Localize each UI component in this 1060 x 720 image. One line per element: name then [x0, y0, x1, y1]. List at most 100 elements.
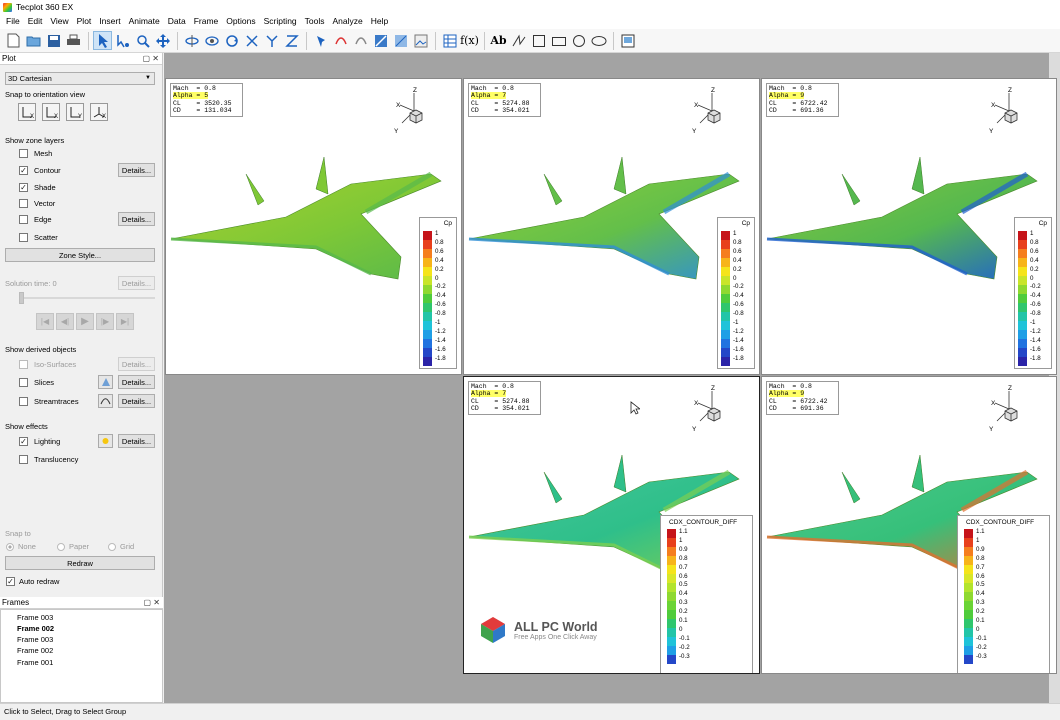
- streamtrace-tool-icon[interactable]: [98, 394, 113, 408]
- shade-checkbox[interactable]: ✓: [19, 183, 28, 192]
- orient-y-button[interactable]: X: [42, 103, 60, 121]
- contour-edit-icon[interactable]: [371, 31, 390, 50]
- equation-fx-icon[interactable]: f(x): [460, 31, 479, 50]
- derived-slices[interactable]: Slices: [19, 378, 54, 387]
- plot-frame[interactable]: Mach = 0.8 Alpha = 9 CL = 6722.42 CD = 691.…: [761, 78, 1057, 375]
- lighting-details-button[interactable]: Details...: [118, 434, 155, 448]
- menu-tools[interactable]: Tools: [301, 14, 329, 29]
- streamtraces-checkbox[interactable]: [19, 397, 28, 406]
- menu-data[interactable]: Data: [164, 14, 190, 29]
- snap-none-radio[interactable]: None: [6, 542, 36, 551]
- translucency-checkbox[interactable]: [19, 455, 28, 464]
- panel-float-close-icon[interactable]: ▢ ✕: [144, 597, 160, 609]
- orient-z-button[interactable]: Y: [66, 103, 84, 121]
- menu-insert[interactable]: Insert: [95, 14, 124, 29]
- solution-time-details-button[interactable]: Details...: [118, 276, 155, 290]
- panel-float-close-icon[interactable]: ▢ ✕: [143, 53, 159, 65]
- contour-add-icon[interactable]: [391, 31, 410, 50]
- vector-checkbox[interactable]: [19, 199, 28, 208]
- isosurfaces-checkbox[interactable]: [19, 360, 28, 369]
- rotate-z-icon[interactable]: [282, 31, 301, 50]
- new-layout-icon[interactable]: [4, 31, 23, 50]
- menu-options[interactable]: Options: [222, 14, 259, 29]
- rotate-spherical-icon[interactable]: [182, 31, 201, 50]
- plot-frame[interactable]: Mach = 0.8 Alpha = 9 CL = 6722.42 CD = 691.…: [761, 376, 1057, 674]
- scatter-checkbox[interactable]: [19, 233, 28, 242]
- snap-grid-radio[interactable]: Grid: [108, 542, 134, 551]
- derived-streamtraces[interactable]: Streamtraces: [19, 397, 79, 406]
- derived-isosurfaces[interactable]: Iso-Surfaces: [19, 360, 76, 369]
- slice-icon[interactable]: [331, 31, 350, 50]
- edge-details-button[interactable]: Details...: [118, 212, 155, 226]
- menu-edit[interactable]: Edit: [24, 14, 47, 29]
- layer-mesh[interactable]: Mesh: [19, 149, 52, 158]
- translate-icon[interactable]: [153, 31, 172, 50]
- menu-scripting[interactable]: Scripting: [260, 14, 301, 29]
- slider-thumb[interactable]: [19, 292, 24, 304]
- image-export-icon[interactable]: [411, 31, 430, 50]
- step-back-icon[interactable]: ◀|: [56, 313, 74, 330]
- add-image-icon[interactable]: [618, 31, 637, 50]
- isosurfaces-details-button[interactable]: Details...: [118, 357, 155, 371]
- snap-paper-radio[interactable]: Paper: [57, 542, 89, 551]
- plot-frame[interactable]: Mach = 0.8 Alpha = 7 CL = 5274.88 CD = 354.…: [463, 78, 760, 375]
- plot-type-dropdown[interactable]: 3D Cartesian ▼: [5, 72, 155, 85]
- frame-list-item[interactable]: Frame 002: [17, 646, 53, 655]
- solution-time-slider[interactable]: [19, 292, 155, 304]
- lighting-checkbox[interactable]: ✓: [19, 437, 28, 446]
- slices-checkbox[interactable]: [19, 378, 28, 387]
- add-square-icon[interactable]: [529, 31, 548, 50]
- layer-contour[interactable]: ✓ Contour: [19, 166, 61, 175]
- play-icon[interactable]: ▶: [76, 313, 94, 330]
- menu-help[interactable]: Help: [367, 14, 392, 29]
- rotate-rollerball-icon[interactable]: [202, 31, 221, 50]
- data-sheet-icon[interactable]: [440, 31, 459, 50]
- layer-vector[interactable]: Vector: [19, 199, 55, 208]
- menu-analyze[interactable]: Analyze: [329, 14, 367, 29]
- adjustor-icon[interactable]: [113, 31, 132, 50]
- print-icon[interactable]: [64, 31, 83, 50]
- add-circle-icon[interactable]: [569, 31, 588, 50]
- light-source-icon[interactable]: [98, 434, 113, 448]
- add-ellipse-icon[interactable]: [589, 31, 608, 50]
- menu-frame[interactable]: Frame: [190, 14, 223, 29]
- first-frame-icon[interactable]: |◀: [36, 313, 54, 330]
- menu-file[interactable]: File: [2, 14, 24, 29]
- step-forward-icon[interactable]: |▶: [96, 313, 114, 330]
- menu-view[interactable]: View: [46, 14, 72, 29]
- last-frame-icon[interactable]: ▶|: [116, 313, 134, 330]
- add-rectangle-icon[interactable]: [549, 31, 568, 50]
- contour-details-button[interactable]: Details...: [118, 163, 155, 177]
- effect-lighting[interactable]: ✓ Lighting: [19, 437, 60, 446]
- rotate-x-icon[interactable]: [242, 31, 261, 50]
- zoom-icon[interactable]: [133, 31, 152, 50]
- probe-icon[interactable]: [311, 31, 330, 50]
- slices-details-button[interactable]: Details...: [118, 375, 155, 389]
- auto-redraw[interactable]: ✓ Auto redraw: [6, 577, 59, 586]
- streamtraces-details-button[interactable]: Details...: [118, 394, 155, 408]
- layer-scatter[interactable]: Scatter: [19, 233, 58, 242]
- menu-plot[interactable]: Plot: [73, 14, 96, 29]
- add-polyline-icon[interactable]: [509, 31, 528, 50]
- frame-list-item-active[interactable]: Frame 002: [17, 624, 54, 633]
- plot-frame[interactable]: Mach = 0.8 Alpha = 5 CL = 3520.35 CD = 131.…: [165, 78, 462, 375]
- auto-redraw-checkbox[interactable]: ✓: [6, 577, 15, 586]
- slice-tool-icon[interactable]: [98, 375, 113, 389]
- open-icon[interactable]: [24, 31, 43, 50]
- mesh-checkbox[interactable]: [19, 149, 28, 158]
- orient-isometric-button[interactable]: X: [90, 103, 108, 121]
- frame-list-item[interactable]: Frame 001: [17, 658, 53, 667]
- streamtrace-icon[interactable]: [351, 31, 370, 50]
- contour-checkbox[interactable]: ✓: [19, 166, 28, 175]
- edge-checkbox[interactable]: [19, 215, 28, 224]
- layer-edge[interactable]: Edge: [19, 215, 52, 224]
- add-text-icon[interactable]: Ab: [489, 31, 508, 50]
- orient-x-button[interactable]: X: [18, 103, 36, 121]
- redraw-button[interactable]: Redraw: [5, 556, 155, 570]
- zone-style-button[interactable]: Zone Style...: [5, 248, 155, 262]
- rotate-twist-icon[interactable]: [222, 31, 241, 50]
- rotate-y-icon[interactable]: [262, 31, 281, 50]
- menu-animate[interactable]: Animate: [125, 14, 164, 29]
- save-icon[interactable]: [44, 31, 63, 50]
- selector-arrow-icon[interactable]: [93, 31, 112, 50]
